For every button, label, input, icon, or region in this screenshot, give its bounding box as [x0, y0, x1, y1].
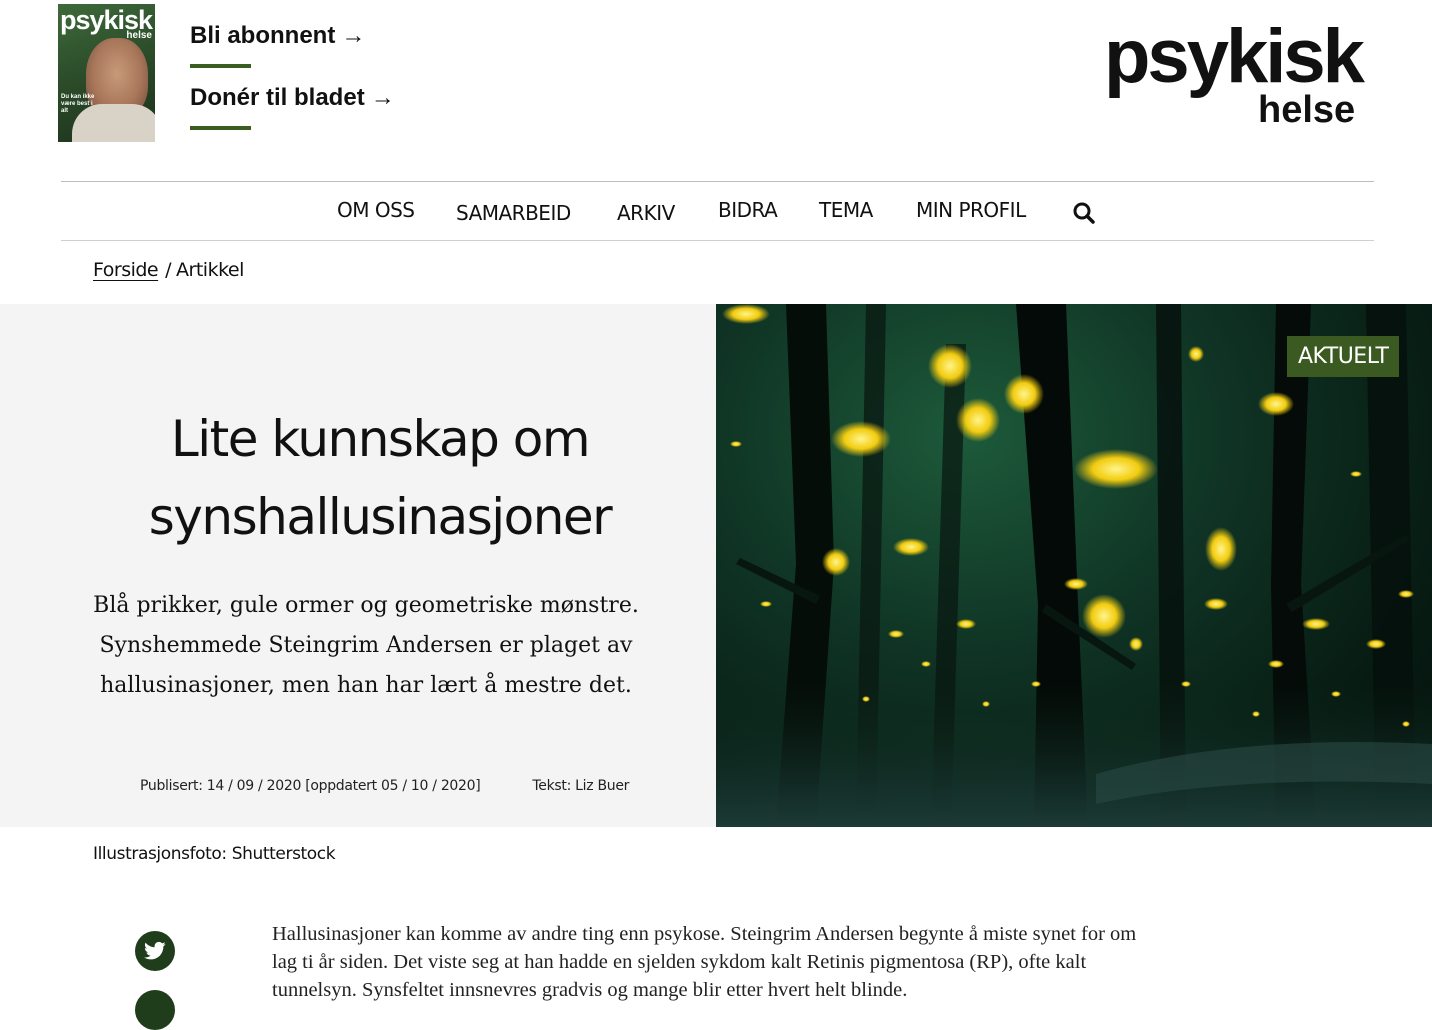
breadcrumb-current: Artikkel: [176, 259, 244, 281]
arrow-right-icon: →: [370, 84, 395, 111]
magazine-cover-image[interactable]: psykisk helse Du kan ikke være best i al…: [58, 4, 155, 142]
cover-subtitle: helse: [126, 30, 152, 41]
share-button[interactable]: [135, 990, 175, 1030]
twitter-icon: [144, 941, 166, 960]
site-logo[interactable]: psykisk helse: [1104, 14, 1374, 134]
category-badge[interactable]: AKTUELT: [1287, 336, 1400, 377]
breadcrumb-home-link[interactable]: Forside: [93, 259, 159, 281]
article-meta: Publisert: 14 / 09 / 2020 [oppdatert 05 …: [140, 778, 629, 794]
donate-link[interactable]: Donér til bladet →: [190, 84, 395, 112]
nav-item-bidra[interactable]: BIDRA: [718, 198, 778, 222]
published-date: Publisert: 14 / 09 / 2020 [oppdatert 05 …: [140, 778, 481, 794]
nav-item-samarbeid[interactable]: SAMARBEID: [456, 201, 571, 225]
cover-line: Du kan ikke være best i alt: [61, 94, 95, 114]
subscribe-link[interactable]: Bli abonnent →: [190, 22, 395, 50]
article-title: Lite kunnskap om synshallusinasjoner: [148, 410, 613, 546]
main-navigation: OM OSS SAMARBEID ARKIV BIDRA TEMA MIN PR…: [61, 181, 1374, 241]
share-twitter-button[interactable]: [135, 931, 175, 971]
site-header: psykisk helse Du kan ikke være best i al…: [0, 0, 1432, 180]
article-hero-text: Lite kunnskap om synshallusinasjoner Blå…: [0, 304, 716, 827]
subscribe-link-label: Bli abonnent: [190, 22, 336, 49]
logo-subword: helse: [1258, 89, 1356, 131]
nav-item-arkiv[interactable]: ARKIV: [617, 201, 675, 225]
link-underline-bar: [190, 64, 251, 68]
link-underline-bar: [190, 126, 251, 130]
header-links: Bli abonnent → Donér til bladet →: [190, 22, 395, 146]
forest-fireflies-illustration: [716, 304, 1432, 827]
photo-credit: Illustrasjonsfoto: Shutterstock: [93, 844, 336, 864]
nav-item-tema[interactable]: TEMA: [819, 198, 873, 222]
article-body-paragraph: Hallusinasjoner kan komme av andre ting …: [272, 923, 1137, 1001]
breadcrumb-separator: /: [165, 259, 172, 281]
hero-image-fireflies: AKTUELT: [716, 304, 1432, 827]
donate-link-label: Donér til bladet: [190, 84, 365, 111]
breadcrumb: Forside / Artikkel: [93, 259, 244, 281]
arrow-right-icon: →: [341, 22, 366, 49]
article-lead: Blå prikker, gule ormer og geometriske m…: [93, 593, 639, 698]
byline: Tekst: Liz Buer: [532, 778, 630, 794]
search-icon[interactable]: [1072, 201, 1096, 225]
nav-item-om-oss[interactable]: OM OSS: [337, 198, 415, 222]
nav-item-min-profil[interactable]: MIN PROFIL: [916, 198, 1026, 222]
